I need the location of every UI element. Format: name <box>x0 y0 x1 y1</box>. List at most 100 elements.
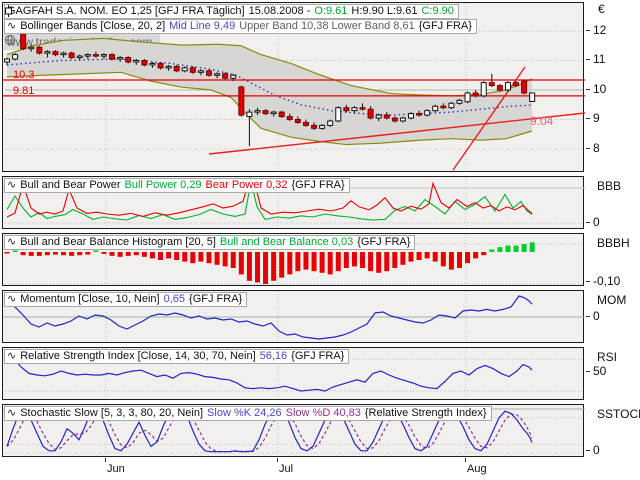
candlestick <box>521 80 528 94</box>
histogram-bar <box>4 252 10 254</box>
histogram-bar <box>133 252 139 256</box>
month-label-Jun: Jun <box>107 463 125 475</box>
candlestick <box>173 65 180 72</box>
histogram-bar <box>214 252 220 265</box>
histogram-bar <box>400 252 406 265</box>
histogram-bar <box>311 252 317 272</box>
candlestick <box>302 121 309 126</box>
candlestick <box>238 86 245 116</box>
candlestick <box>149 62 156 66</box>
bollinger-name: Bollinger Bands [Close, 20, 2] <box>20 20 166 32</box>
histogram-bar <box>246 252 252 281</box>
histogram-bar <box>481 252 487 256</box>
momentum-legend: ∿ Momentum [Close, 10, Nein] 0,65 {GFJ F… <box>4 292 248 307</box>
histogram-bar <box>12 250 18 252</box>
indicator-wave-icon: ∿ <box>7 407 17 419</box>
candlestick <box>117 57 124 60</box>
main-price-panel: www.tradesignalonline.com GAGFAH S.A. NO… <box>2 2 585 172</box>
bollinger-band-values: Upper Band 10,38 Lower Band 8,61 <box>239 20 415 32</box>
histogram-bar <box>222 252 228 267</box>
histogram-bar <box>20 252 26 256</box>
candlestick <box>206 70 212 76</box>
histogram-bar <box>117 252 123 257</box>
candlestick <box>52 51 59 56</box>
histogram-bar <box>505 245 511 252</box>
histogram-bar <box>93 250 99 252</box>
candlestick <box>375 114 382 119</box>
candlestick <box>28 46 35 50</box>
month-label-Jul: Jul <box>279 463 294 475</box>
histogram-bar <box>238 252 244 275</box>
candlestick <box>513 82 520 87</box>
histogram-bar <box>513 245 519 252</box>
histogram-bar <box>263 252 269 284</box>
histogram-bar <box>335 252 341 272</box>
candlestick <box>278 111 285 118</box>
histogram-bar <box>182 252 188 262</box>
axis-tick-0: 0 <box>586 309 600 323</box>
bollinger-mid-value: Mid Line 9,49 <box>169 20 236 32</box>
rsi-legend: ∿ Relative Strength Index [Close, 14, 30… <box>4 349 350 364</box>
histogram-bar <box>271 252 277 281</box>
axis-tick-0: 0 <box>586 443 600 457</box>
indicator-wave-icon: ∿ <box>7 179 17 191</box>
histogram-bar <box>408 252 414 262</box>
candlestick <box>480 82 487 97</box>
axis-tick-50: 50 <box>586 364 606 378</box>
trendline-label: 9.04 <box>530 114 554 128</box>
rsi-panel: ∿ Relative Strength Index [Close, 14, 30… <box>2 347 584 400</box>
month-label-Aug: Aug <box>467 463 487 475</box>
bbb-bull-value: Bull Power 0,29 <box>124 179 202 191</box>
candlestick <box>44 51 51 54</box>
candlestick <box>4 58 10 63</box>
histogram-bar <box>230 252 236 268</box>
price-level-label: 10.3 <box>13 69 34 81</box>
panel-axis-label-sstoc: SSTOCH <box>597 407 640 421</box>
candlestick <box>416 113 423 116</box>
axis-tick--0,10: -0,10 <box>586 274 620 288</box>
candlestick <box>12 54 19 60</box>
quote-high-low: H:9.90 L:9.61 <box>351 5 418 17</box>
candlestick <box>472 92 479 97</box>
stochastic-suffix: {Relative Strength Index} <box>364 407 487 419</box>
candlestick <box>327 120 334 126</box>
month-tick <box>277 458 278 462</box>
panel-axis-label-bbb: BBB <box>597 179 622 193</box>
histogram-bar <box>392 252 398 268</box>
histogram-bar <box>521 244 527 252</box>
candlestick <box>84 54 91 57</box>
axis-tick-8: 8 <box>586 141 600 155</box>
histogram-bar <box>166 252 172 259</box>
histogram-bar <box>85 252 91 255</box>
candlestick <box>222 73 229 79</box>
price-level-label: 9.81 <box>13 85 34 97</box>
candlestick <box>496 85 503 91</box>
histogram-bar <box>473 252 479 259</box>
bull-bear-balance-panel: ∿ Bull and Bear Balance Histogram [20, 5… <box>2 233 584 286</box>
histogram-bar <box>254 252 260 283</box>
currency-label: € <box>598 2 605 16</box>
bbbh-suffix: {GFJ FRA} <box>357 236 411 248</box>
stochastic-name: Stochastic Slow [5, 3, 3, 80, 20, Nein] <box>20 407 204 419</box>
histogram-bar <box>432 252 438 262</box>
symbol-legend: GAGFAH S.A. NOM. EO 1,25 [GFJ FRA Täglic… <box>4 4 459 19</box>
bbb-legend: ∿ Bull and Bear Power Bull Power 0,29 Be… <box>4 178 350 193</box>
histogram-bar <box>125 252 131 256</box>
indicator-wave-icon: ∿ <box>7 236 17 248</box>
stochastic-panel: ∿ Stochastic Slow [5, 3, 3, 80, 20, Nein… <box>2 404 585 457</box>
momentum-panel: ∿ Momentum [Close, 10, Nein] 0,65 {GFJ F… <box>2 290 585 343</box>
candlestick <box>214 73 221 76</box>
month-tick <box>105 458 106 462</box>
bbb-suffix: {GFJ FRA} <box>291 179 345 191</box>
momentum-name: Momentum [Close, 10, Nein] <box>20 293 160 305</box>
quote-open: O:9.61 <box>314 5 348 17</box>
histogram-bar <box>416 252 422 260</box>
month-tick <box>465 458 466 462</box>
stochastic-d-value: Slow %D 40,83 <box>285 407 361 419</box>
quote-date: 15.08.2008 - <box>248 5 311 17</box>
bbb-name: Bull and Bear Power <box>20 179 121 191</box>
histogram-bar <box>190 252 196 264</box>
candlestick <box>319 124 326 129</box>
bbbh-legend: ∿ Bull and Bear Balance Histogram [20, 5… <box>4 235 416 250</box>
histogram-bar <box>424 252 430 259</box>
